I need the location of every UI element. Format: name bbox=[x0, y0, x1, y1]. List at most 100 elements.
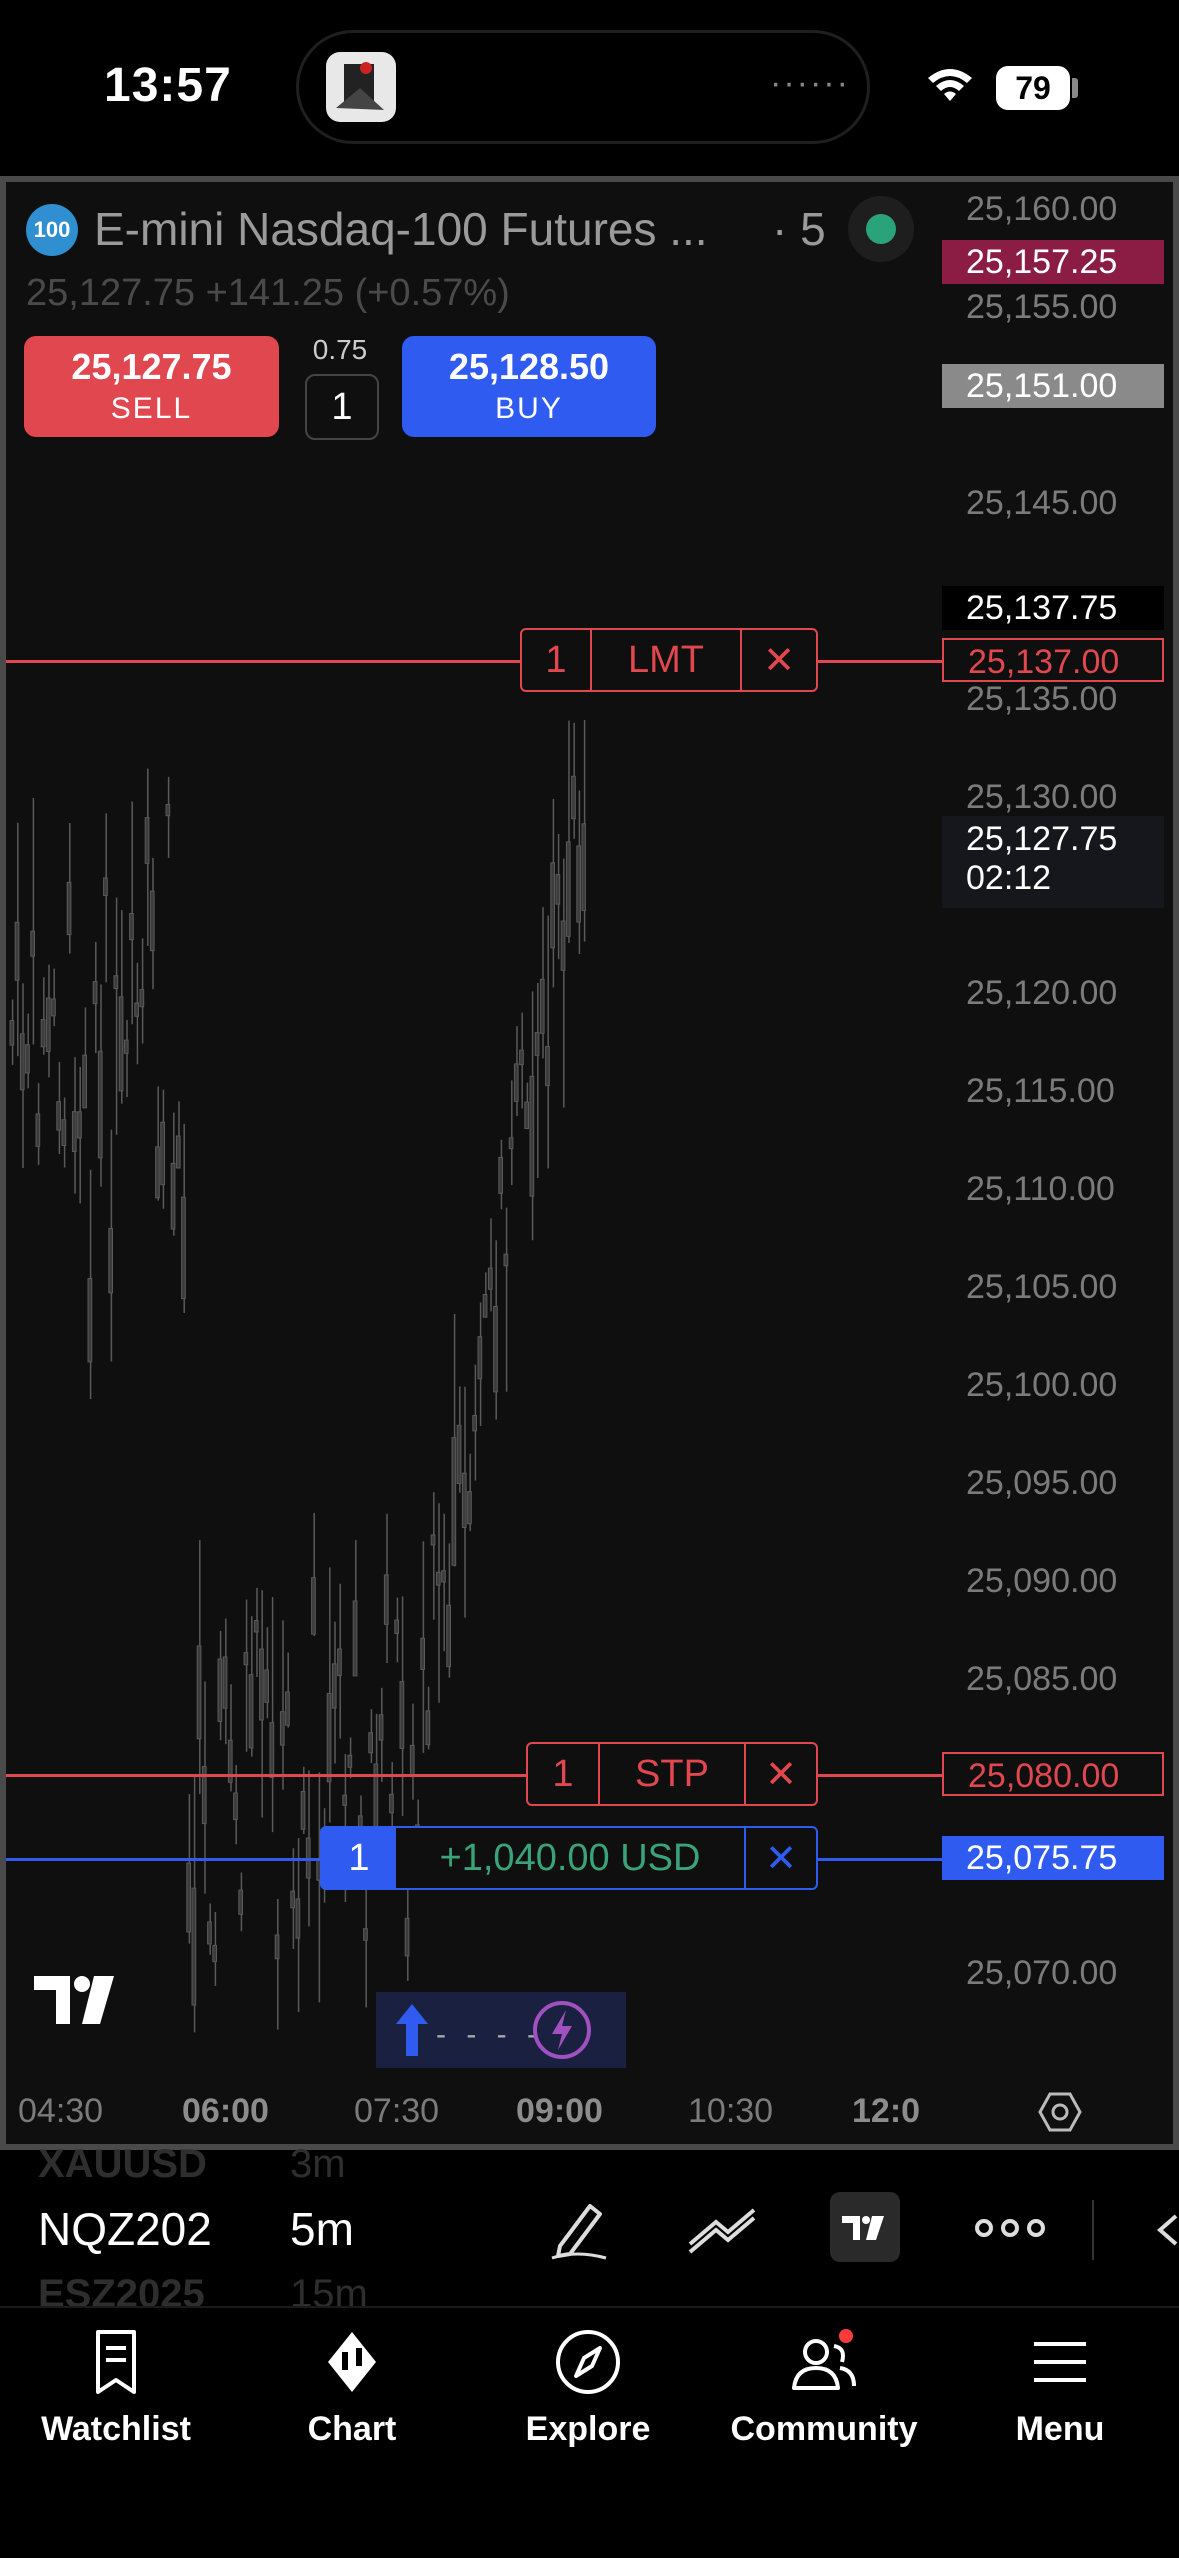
candle-body bbox=[160, 1121, 166, 1186]
toolbar-symbol-picker[interactable]: NQZ202 bbox=[38, 2202, 212, 2256]
nav-explore[interactable]: Explore bbox=[488, 2322, 688, 2449]
last-price-tag: 25,127.75 02:12 bbox=[942, 816, 1164, 908]
price-tick: 25,100.00 bbox=[966, 1366, 1118, 1404]
candle-body bbox=[181, 1196, 186, 1300]
toolbar-separator bbox=[1092, 2200, 1094, 2260]
candle-body bbox=[170, 1162, 176, 1230]
candle-body bbox=[529, 1075, 535, 1197]
drawing-tools-icon[interactable] bbox=[686, 2204, 758, 2261]
limit-price-tag[interactable]: 25,137.00 bbox=[942, 638, 1164, 682]
candle-body bbox=[383, 1574, 389, 1625]
reference-price-tag: 25,151.00 bbox=[942, 364, 1164, 408]
price-tick: 25,155.00 bbox=[966, 288, 1118, 326]
candle-body bbox=[155, 1146, 160, 1199]
position-label[interactable]: 1 +1,040.00 USD ✕ bbox=[320, 1826, 818, 1890]
candle-body bbox=[524, 1101, 529, 1129]
limit-order-type[interactable]: LMT bbox=[592, 630, 742, 690]
candle-body bbox=[134, 1002, 140, 1017]
candle-body bbox=[300, 1790, 306, 1830]
candle-body bbox=[420, 1637, 425, 1671]
prev-symbol-ghost[interactable]: XAUUSD bbox=[38, 2142, 207, 2187]
high-price-tag: 25,157.25 bbox=[942, 240, 1164, 284]
candle-body bbox=[9, 1020, 15, 1046]
nav-label-community: Community bbox=[730, 2410, 918, 2448]
nav-label-menu: Menu bbox=[1015, 2410, 1105, 2448]
candle-body bbox=[461, 1472, 467, 1528]
candle-body bbox=[253, 1620, 259, 1633]
stop-order-qty[interactable]: 1 bbox=[528, 1744, 600, 1804]
position-close-icon[interactable]: ✕ bbox=[746, 1828, 816, 1888]
prev-interval-ghost[interactable]: 3m bbox=[290, 2142, 346, 2187]
limit-order-cancel-icon[interactable]: ✕ bbox=[742, 630, 816, 690]
candle-body bbox=[513, 1063, 519, 1102]
sell-price: 25,127.75 bbox=[71, 346, 232, 387]
limit-order-qty[interactable]: 1 bbox=[522, 630, 592, 690]
chevron-left-icon[interactable] bbox=[1150, 2212, 1179, 2253]
candle-body bbox=[331, 1663, 337, 1709]
candle-body bbox=[560, 920, 566, 971]
candle-body bbox=[45, 997, 51, 1053]
stop-order-label[interactable]: 1 STP ✕ bbox=[526, 1742, 818, 1806]
quantity-input[interactable]: 1 bbox=[305, 374, 379, 440]
candle-body bbox=[77, 1111, 82, 1139]
candle-body bbox=[264, 1669, 269, 1703]
candle-body bbox=[477, 1336, 483, 1380]
price-tick: 25,145.00 bbox=[966, 484, 1118, 522]
candle-body bbox=[394, 1619, 399, 1634]
candle-body bbox=[435, 1571, 441, 1586]
position-price-tag[interactable]: 25,075.75 bbox=[942, 1836, 1164, 1880]
candle-body bbox=[534, 1032, 540, 1056]
candle-body bbox=[129, 912, 134, 941]
buy-button[interactable]: 25,128.50 BUY bbox=[402, 336, 656, 437]
indicators-tv-icon[interactable] bbox=[830, 2192, 900, 2262]
nav-chart[interactable]: Chart bbox=[252, 2322, 452, 2449]
candle-body bbox=[498, 1156, 503, 1194]
nav-label-watchlist: Watchlist bbox=[41, 2410, 191, 2448]
stop-price-tag[interactable]: 25,080.00 bbox=[942, 1752, 1164, 1796]
nav-community[interactable]: Community bbox=[724, 2322, 924, 2449]
candle-body bbox=[51, 998, 56, 1017]
candle-body bbox=[259, 1648, 264, 1721]
drawing-pen-icon[interactable] bbox=[546, 2196, 612, 2267]
time-tick: 06:00 bbox=[182, 2092, 269, 2130]
candle-body bbox=[233, 1792, 238, 1821]
candle-body bbox=[430, 1534, 436, 1546]
time-tick: 09:00 bbox=[516, 2092, 603, 2130]
price-tick: 25,135.00 bbox=[966, 680, 1118, 718]
symbol-badge[interactable]: 100 bbox=[26, 204, 78, 256]
last-price-value: 25,127.75 bbox=[966, 820, 1118, 858]
candle-body bbox=[295, 1898, 301, 1939]
nav-menu[interactable]: Menu bbox=[960, 2322, 1160, 2449]
signal-dashes: - - - - bbox=[436, 2018, 543, 2051]
price-change-line: 25,127.75 +141.25 (+0.57%) bbox=[26, 272, 510, 314]
stop-order-type[interactable]: STP bbox=[600, 1744, 746, 1804]
candle-body bbox=[581, 823, 586, 912]
toolbar-interval-picker[interactable]: 5m bbox=[290, 2202, 354, 2256]
candle-body bbox=[92, 981, 98, 1005]
stop-order-cancel-icon[interactable]: ✕ bbox=[746, 1744, 816, 1804]
candle-body bbox=[482, 1294, 488, 1318]
chart-settings-gear-icon[interactable] bbox=[1036, 2088, 1084, 2141]
candle-body bbox=[451, 1437, 457, 1566]
position-pnl[interactable]: +1,040.00 USD bbox=[396, 1828, 746, 1888]
symbol-interval[interactable]: · 5 bbox=[772, 202, 826, 256]
nav-watchlist[interactable]: Watchlist bbox=[16, 2322, 216, 2449]
symbol-title[interactable]: E-mini Nasdaq-100 Futures ... bbox=[94, 202, 708, 256]
candle-body bbox=[56, 1101, 61, 1131]
candle-body bbox=[487, 1267, 493, 1290]
lightning-icon[interactable] bbox=[532, 2000, 592, 2065]
long-signal-arrow-icon[interactable] bbox=[390, 2000, 434, 2065]
candle-body bbox=[285, 1691, 290, 1726]
price-tick: 25,095.00 bbox=[966, 1464, 1118, 1502]
candle-body bbox=[472, 1415, 477, 1432]
candle-body bbox=[82, 1054, 88, 1109]
position-qty[interactable]: 1 bbox=[322, 1828, 396, 1888]
limit-order-label[interactable]: 1 LMT ✕ bbox=[520, 628, 818, 692]
time-tick: 12:0 bbox=[852, 2092, 921, 2130]
candle-body bbox=[539, 978, 545, 1034]
candle-body bbox=[311, 1577, 316, 1635]
candle-body bbox=[71, 1111, 77, 1153]
sell-button[interactable]: 25,127.75 SELL bbox=[24, 336, 279, 437]
more-options-icon[interactable] bbox=[974, 2208, 1046, 2253]
candle-body bbox=[175, 1135, 181, 1169]
